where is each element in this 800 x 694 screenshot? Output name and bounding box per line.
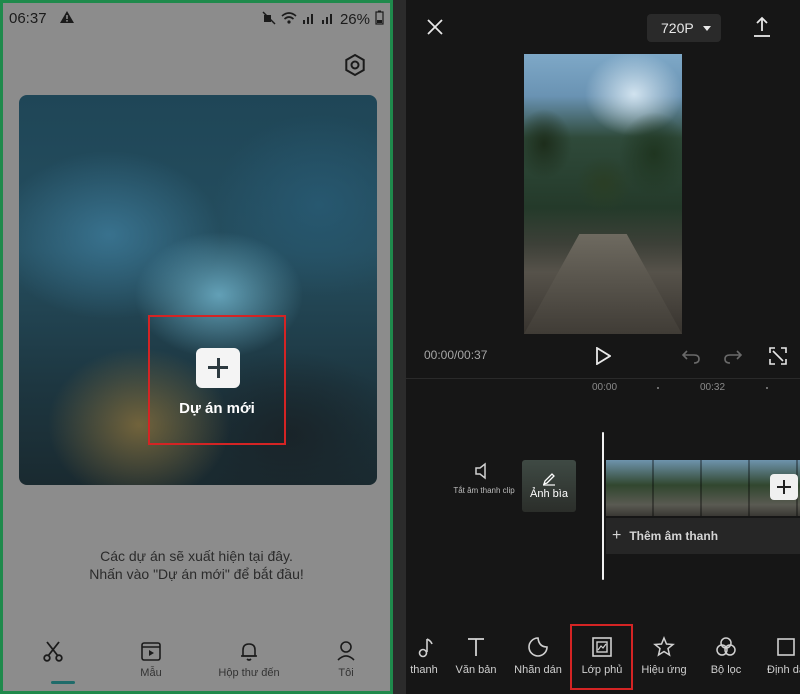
chevron-down-icon [703, 26, 711, 31]
tool-text-label: Văn bản [455, 664, 497, 676]
new-project-highlight[interactable]: Dự án mới [148, 315, 286, 445]
tab-edit[interactable] [13, 639, 93, 684]
battery-percent: 26% [339, 11, 370, 28]
timeline-ruler: 00:00 00:32 [406, 380, 800, 396]
tool-filter-label: Bộ lọc [710, 664, 742, 676]
redo-icon[interactable] [724, 348, 743, 369]
signal-icon-2 [321, 11, 335, 29]
warning-icon [59, 10, 75, 28]
effects-icon [634, 636, 694, 658]
preview-road [524, 234, 682, 334]
ruler-dot [766, 387, 768, 389]
playhead[interactable] [602, 432, 604, 580]
tab-templates[interactable]: Mẫu [111, 639, 191, 679]
export-icon[interactable] [752, 16, 772, 38]
scissors-icon [13, 639, 93, 663]
editor-top-bar: 720P [406, 0, 800, 54]
video-preview[interactable] [524, 54, 682, 334]
editor-toolbar: thanh Văn bản Nhãn dán Lớp phủ Hiệu ứng … [406, 620, 800, 694]
overlay-icon [572, 636, 632, 658]
playback-controls: 00:00/00:37 [406, 340, 800, 370]
tool-text[interactable]: Văn bản [446, 636, 506, 676]
tab-templates-label: Mẫu [140, 667, 162, 679]
add-audio-button[interactable]: + Thêm âm thanh [606, 518, 800, 554]
tab-profile[interactable]: Tôi [306, 639, 386, 679]
screenshot-root: 06:37 26% Dự án mới Các dự án sẽ xuất hi… [0, 0, 800, 694]
play-icon[interactable] [595, 346, 612, 370]
text-icon [446, 636, 506, 658]
empty-message-line-1: Các dự án sẽ xuất hiện tại đây. [100, 548, 293, 564]
mute-icon [262, 10, 276, 29]
close-icon[interactable] [426, 18, 444, 36]
wifi-icon [281, 11, 297, 29]
profile-icon [306, 639, 386, 663]
undo-icon[interactable] [681, 348, 700, 369]
tab-inbox[interactable]: Hộp thư đến [209, 639, 289, 679]
new-project-label: Dự án mới [179, 400, 255, 417]
status-time: 06:37 [9, 10, 47, 27]
plus-icon: + [612, 527, 622, 544]
tool-effects[interactable]: Hiệu ứng [634, 636, 694, 676]
preview-trees [524, 84, 682, 224]
tool-effects-label: Hiệu ứng [641, 664, 687, 676]
filter-icon [696, 636, 756, 658]
tool-format-label: Định dạ [767, 664, 800, 676]
speaker-icon [452, 462, 516, 480]
mute-clip-button[interactable]: Tắt âm thanh clip [452, 462, 516, 496]
empty-message-line-2: Nhấn vào "Dự án mới" để bắt đầu! [89, 566, 304, 582]
template-icon [111, 639, 191, 663]
resolution-value: 720P [661, 20, 694, 36]
sticker-icon [508, 636, 568, 658]
signal-icon [302, 11, 316, 29]
tool-overlay-label: Lớp phủ [581, 664, 623, 676]
cover-label: Ảnh bìa [530, 488, 568, 500]
empty-projects-message: Các dự án sẽ xuất hiện tại đây. Nhấn vào… [3, 547, 390, 583]
status-bar: 06:37 26% [3, 3, 390, 35]
format-icon [756, 636, 800, 658]
bell-icon [209, 639, 289, 663]
add-clip-button[interactable] [770, 474, 798, 500]
capcut-editor-screen: 720P 00:00/00:37 00:00 00:32 Tắt âm than… [406, 0, 800, 694]
add-project-icon[interactable] [196, 348, 240, 388]
tool-sticker[interactable]: Nhãn dán [508, 636, 568, 676]
active-tab-indicator [51, 681, 75, 684]
bottom-tab-bar: Mẫu Hộp thư đến Tôi [3, 633, 390, 691]
tab-profile-label: Tôi [338, 667, 354, 679]
tool-overlay[interactable]: Lớp phủ [572, 636, 632, 676]
divider [406, 378, 800, 379]
settings-gear-icon[interactable] [343, 53, 367, 77]
mute-clip-label: Tắt âm thanh clip [453, 486, 515, 495]
tab-inbox-label: Hộp thư đến [218, 667, 280, 679]
tool-filter[interactable]: Bộ lọc [696, 636, 756, 676]
edit-pencil-icon [522, 472, 576, 486]
tool-format[interactable]: Định dạ [756, 636, 800, 676]
cover-button[interactable]: Ảnh bìa [522, 460, 576, 512]
tool-sticker-label: Nhãn dán [514, 664, 562, 676]
resolution-select[interactable]: 720P [647, 14, 721, 42]
tool-audio-label: thanh [410, 664, 438, 676]
ruler-time-end: 00:32 [700, 382, 726, 393]
battery-icon [375, 10, 384, 29]
add-audio-label: Thêm âm thanh [629, 529, 719, 543]
fullscreen-icon[interactable] [769, 347, 787, 370]
status-right: 26% [262, 10, 384, 29]
ruler-dot [657, 387, 659, 389]
ruler-time-start: 00:00 [592, 382, 618, 393]
timecode: 00:00/00:37 [424, 348, 488, 362]
capcut-home-screen: 06:37 26% Dự án mới Các dự án sẽ xuất hi… [0, 0, 393, 694]
new-project-card[interactable]: Dự án mới [19, 95, 377, 485]
